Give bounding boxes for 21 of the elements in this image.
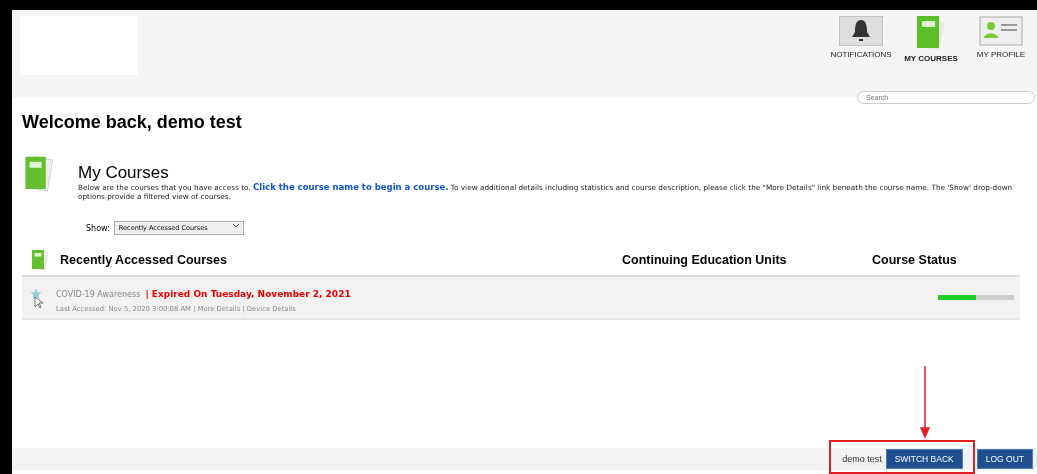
switch-back-button[interactable]: SWITCH BACK bbox=[885, 449, 963, 469]
show-label: Show: bbox=[86, 223, 110, 233]
log-out-button[interactable]: LOG OUT bbox=[976, 449, 1033, 469]
book-icon bbox=[22, 155, 56, 193]
begin-course-link[interactable]: Click the course name to begin a course. bbox=[253, 182, 449, 192]
book-icon bbox=[30, 249, 50, 271]
caret-icon bbox=[232, 224, 239, 228]
bell-icon bbox=[839, 16, 883, 46]
user-name: demo test bbox=[842, 454, 882, 464]
nav-tab[interactable]: MY COURSES bbox=[899, 16, 963, 63]
expired-status: | Expired On Tuesday, November 2, 2021 bbox=[145, 289, 351, 299]
section-title: My Courses bbox=[78, 163, 170, 183]
profile-icon bbox=[979, 16, 1023, 46]
nav-tab[interactable]: NOTIFICATIONS bbox=[829, 16, 893, 59]
star-cursor-icon bbox=[30, 286, 44, 309]
nav-tab[interactable]: MY PROFILE bbox=[969, 16, 1033, 59]
column-header: Continuing Education Units bbox=[622, 253, 787, 267]
welcome-heading: Welcome back, demo test bbox=[22, 112, 243, 133]
column-header: Course Status bbox=[872, 253, 957, 267]
column-header: Recently Accessed Courses bbox=[60, 253, 227, 267]
annotation-arrow bbox=[920, 366, 930, 438]
